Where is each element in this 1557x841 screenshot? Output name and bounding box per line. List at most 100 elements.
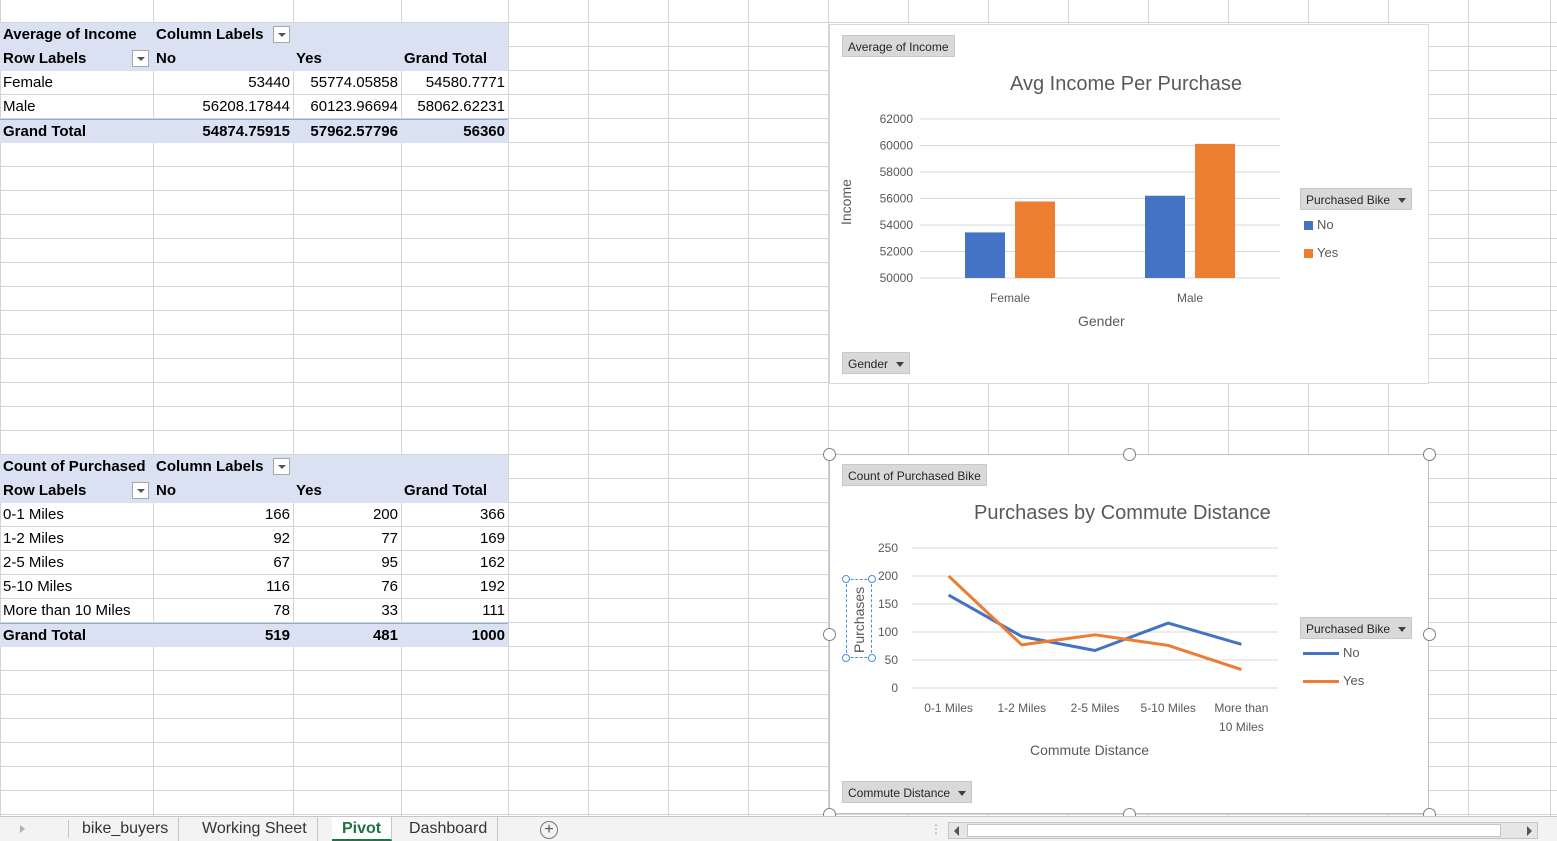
value-field-button[interactable]: Average of Income xyxy=(842,35,955,57)
cell-yes[interactable]: 60123.96694 xyxy=(293,95,401,119)
cell-no[interactable]: 67 xyxy=(153,551,293,575)
line-chart-commute-distance[interactable]: Count of Purchased Bike Purchases by Com… xyxy=(829,454,1429,814)
bar-no xyxy=(965,232,1005,278)
chart-title[interactable]: Avg Income Per Purchase xyxy=(1010,73,1242,96)
y-tick-label: 100 xyxy=(878,625,898,639)
legend-item-yes[interactable]: Yes xyxy=(1304,245,1338,260)
resize-handle-top-left[interactable] xyxy=(823,448,836,461)
pivot-row-labels[interactable]: Row Labels xyxy=(0,47,89,71)
legend-label: No xyxy=(1343,645,1360,660)
y-axis-title[interactable]: Purchases xyxy=(851,587,867,653)
y-tick-label: 50000 xyxy=(880,271,914,285)
cell-yes[interactable]: 33 xyxy=(293,599,401,623)
column-header-no[interactable]: No xyxy=(153,479,179,503)
cell-yes[interactable]: 76 xyxy=(293,575,401,599)
column-labels-filter-button[interactable] xyxy=(273,26,290,43)
tab-bike-buyers[interactable]: bike_buyers xyxy=(72,817,180,841)
y-tick-label: 58000 xyxy=(880,165,914,179)
cell-no[interactable]: 519 xyxy=(153,624,293,648)
tab-working-sheet[interactable]: Working Sheet xyxy=(192,817,318,841)
row-label[interactable]: 1-2 Miles xyxy=(0,527,67,551)
row-label[interactable]: Grand Total xyxy=(0,120,89,144)
chart-title[interactable]: Purchases by Commute Distance xyxy=(974,502,1271,525)
cell-yes[interactable]: 57962.57796 xyxy=(293,120,401,144)
column-header-yes[interactable]: Yes xyxy=(293,47,325,71)
cell-yes[interactable]: 77 xyxy=(293,527,401,551)
row-labels-filter-button[interactable] xyxy=(132,50,149,67)
cell-yes[interactable]: 55774.05858 xyxy=(293,71,401,95)
row-label[interactable]: Male xyxy=(0,95,39,119)
resize-handle-right[interactable] xyxy=(1423,628,1436,641)
cell-total[interactable]: 54580.7771 xyxy=(401,71,508,95)
tab-pivot[interactable]: Pivot xyxy=(332,817,393,841)
cell-no[interactable]: 53440 xyxy=(153,71,293,95)
resize-handle-top-right[interactable] xyxy=(1423,448,1436,461)
row-label[interactable]: 0-1 Miles xyxy=(0,503,67,527)
scroll-left-icon[interactable] xyxy=(954,826,959,836)
table-row: 5-10 Miles 116 76 192 xyxy=(0,575,508,599)
scroll-right-icon[interactable] xyxy=(1527,826,1532,836)
grand-total-row: Grand Total 54874.75915 57962.57796 5636… xyxy=(0,119,508,143)
legend-field-button[interactable]: Purchased Bike xyxy=(1300,617,1413,639)
cell-total[interactable]: 56360 xyxy=(401,120,508,144)
legend-item-no[interactable]: No xyxy=(1303,645,1360,660)
cell-total[interactable]: 1000 xyxy=(401,624,508,648)
cell-total[interactable]: 162 xyxy=(401,551,508,575)
x-tick-label: 1-2 Miles xyxy=(997,701,1046,715)
column-labels-filter-button[interactable] xyxy=(273,458,290,475)
row-label[interactable]: 5-10 Miles xyxy=(0,575,75,599)
row-label[interactable]: Female xyxy=(0,71,56,95)
tab-dashboard[interactable]: Dashboard xyxy=(399,817,499,841)
horizontal-scrollbar[interactable] xyxy=(948,822,1538,839)
cell-total[interactable]: 111 xyxy=(401,599,508,623)
legend-item-no[interactable]: No xyxy=(1304,217,1334,232)
pivot-value-field[interactable]: Average of Income xyxy=(0,23,140,47)
pivot-table-income[interactable]: Average of Income Column Labels Row Labe… xyxy=(0,23,508,143)
column-header-no[interactable]: No xyxy=(153,47,179,71)
x-axis-title[interactable]: Gender xyxy=(1078,313,1125,329)
cell-yes[interactable]: 95 xyxy=(293,551,401,575)
row-labels-filter-button[interactable] xyxy=(132,482,149,499)
sheet-nav-arrow-icon[interactable] xyxy=(20,825,25,833)
legend-field-button[interactable]: Purchased Bike xyxy=(1300,188,1413,210)
pivot-column-labels[interactable]: Column Labels xyxy=(153,23,267,47)
cell-no[interactable]: 54874.75915 xyxy=(153,120,293,144)
row-label[interactable]: 2-5 Miles xyxy=(0,551,67,575)
cell-no[interactable]: 56208.17844 xyxy=(153,95,293,119)
pivot-value-field[interactable]: Count of Purchased xyxy=(0,455,149,479)
cell-total[interactable]: 192 xyxy=(401,575,508,599)
x-axis-title[interactable]: Commute Distance xyxy=(1030,742,1149,758)
row-label[interactable]: Grand Total xyxy=(0,624,89,648)
cell-no[interactable]: 78 xyxy=(153,599,293,623)
cell-yes[interactable]: 481 xyxy=(293,624,401,648)
splitter-dots-icon[interactable]: ⋮ xyxy=(930,822,942,836)
column-header-grand-total[interactable]: Grand Total xyxy=(401,479,490,503)
axis-field-button[interactable]: Gender xyxy=(842,352,911,374)
bar-chart-avg-income[interactable]: Average of Income Avg Income Per Purchas… xyxy=(829,24,1429,384)
resize-handle-left[interactable] xyxy=(823,628,836,641)
y-tick-label: 60000 xyxy=(880,139,914,153)
pivot-table-distance[interactable]: Count of Purchased Column Labels Row Lab… xyxy=(0,455,508,647)
cell-no[interactable]: 92 xyxy=(153,527,293,551)
axis-field-button[interactable]: Commute Distance xyxy=(842,781,973,803)
pivot-row-labels[interactable]: Row Labels xyxy=(0,479,89,503)
legend-swatch-yes xyxy=(1304,249,1313,259)
plus-circle-icon[interactable]: + xyxy=(540,821,558,839)
table-row: Male 56208.17844 60123.96694 58062.62231 xyxy=(0,95,508,119)
column-header-yes[interactable]: Yes xyxy=(293,479,325,503)
column-header-grand-total[interactable]: Grand Total xyxy=(401,47,490,71)
resize-handle-top[interactable] xyxy=(1123,448,1136,461)
cell-yes[interactable]: 200 xyxy=(293,503,401,527)
cell-total[interactable]: 169 xyxy=(401,527,508,551)
scrollbar-thumb[interactable] xyxy=(967,824,1501,837)
y-axis-title[interactable]: Income xyxy=(838,179,854,225)
cell-total[interactable]: 58062.62231 xyxy=(401,95,508,119)
legend-label: Yes xyxy=(1343,673,1365,688)
row-label[interactable]: More than 10 Miles xyxy=(0,599,134,623)
value-field-button[interactable]: Count of Purchased Bike xyxy=(842,464,987,486)
cell-total[interactable]: 366 xyxy=(401,503,508,527)
cell-no[interactable]: 166 xyxy=(153,503,293,527)
cell-no[interactable]: 116 xyxy=(153,575,293,599)
pivot-column-labels[interactable]: Column Labels xyxy=(153,455,267,479)
legend-item-yes[interactable]: Yes xyxy=(1303,673,1364,688)
